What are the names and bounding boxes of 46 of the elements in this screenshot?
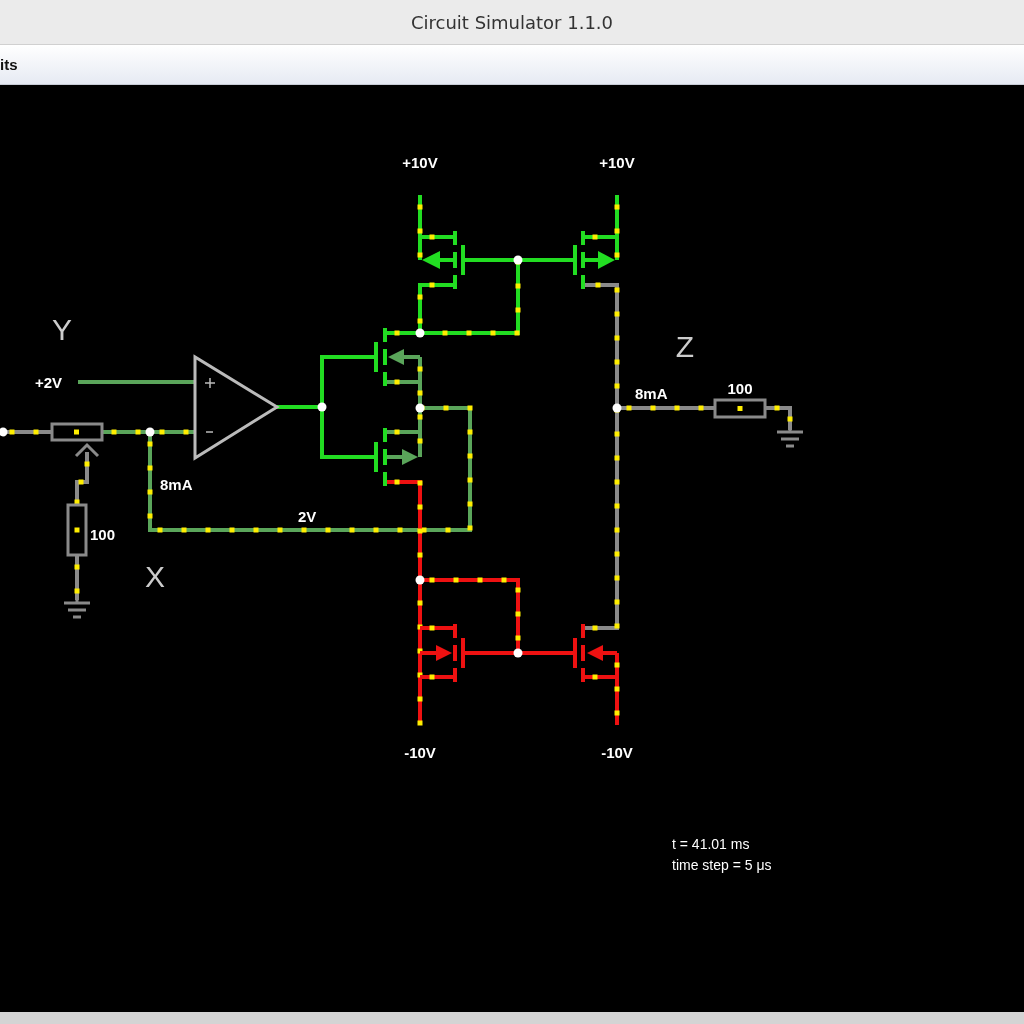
resistor-symbol [66,503,88,557]
arrowhead-icon [422,251,440,269]
node-dot [612,403,622,413]
supply-label: +10V [402,154,438,171]
transistor-symbol [573,231,585,289]
current-label: 8mA [160,476,193,493]
voltage-label: +2V [35,374,63,391]
probe-label: Y [52,313,72,346]
probe-label: X [145,560,165,593]
transistor-symbol [453,624,465,682]
status-text: time step = 5 μs [672,857,772,873]
menu-item[interactable]: its [0,56,20,73]
arrowhead-icon [598,251,615,269]
node-dot [415,403,425,413]
node-dot [145,427,155,437]
ground-icon [64,600,90,619]
node-dot [415,575,425,585]
current-label: 8mA [635,385,668,402]
node-dot [513,255,523,265]
arrowhead-icon [402,449,418,465]
arrowhead-icon [388,349,404,365]
node-dot [317,402,327,412]
potentiometer-symbol [50,422,104,458]
node-dot [513,648,523,658]
minus-sign-icon [205,431,214,433]
transistor-symbol [573,624,585,682]
supply-label: -10V [404,744,436,761]
wire [765,405,793,430]
transistor-symbol [374,428,387,486]
node-dot [415,328,425,338]
arrowhead-icon [436,645,452,661]
status-text: t = 41.01 ms [672,836,750,852]
wire [74,555,80,600]
wire [74,452,90,505]
transistor-symbol [374,328,387,386]
resistance-label: 100 [727,380,753,397]
voltage-label: 2V [298,508,317,525]
ground-icon [777,429,803,448]
arrowhead-icon [587,645,603,661]
resistance-label: 100 [90,526,116,543]
resistor-symbol [713,398,767,419]
window-title: Circuit Simulator 1.1.0 [410,11,614,33]
supply-label: +10V [599,154,635,171]
supply-label: -10V [601,744,633,761]
transistor-symbol [453,231,465,289]
probe-label: Z [675,330,695,363]
